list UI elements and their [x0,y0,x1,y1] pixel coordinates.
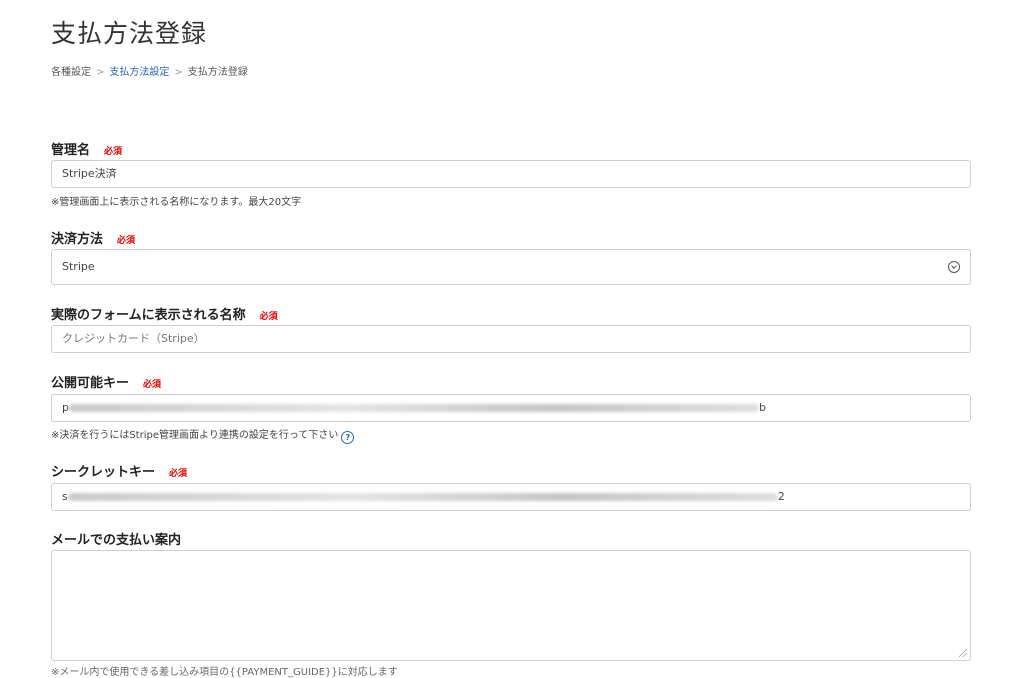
admin-name-label-text: 管理名 [51,143,91,158]
breadcrumb: 各種設定 > 支払方法設定 > 支払方法登録 [51,63,248,78]
question-icon[interactable]: ? [341,431,355,444]
admin-name-help: ※管理画面上に表示される名称になります。最大20文字 [51,197,302,208]
payment-method-select[interactable]: Stripe [51,249,971,285]
required-badge: 必須 [143,380,162,390]
admin-name-label: 管理名 必須 [51,139,122,158]
payment-method-selected: Stripe [62,260,95,273]
redacted-value [68,404,759,412]
page-title: 支払方法登録 [51,19,208,48]
breadcrumb-item-payment-settings[interactable]: 支払方法設定 [109,67,169,78]
public-key-help: ※決済を行うにはStripe管理画面より連携の設定を行って下さい? [51,426,355,444]
payment-method-label: 決済方法 必須 [51,228,135,247]
public-key-label-text: 公開可能キー [51,376,130,391]
display-name-label: 実際のフォームに表示される名称 必須 [51,304,278,323]
public-key-value-suffix: b [758,401,766,414]
breadcrumb-item-settings[interactable]: 各種設定 [51,67,91,78]
display-name-placeholder: クレジットカード（Stripe） [62,332,205,345]
required-badge: 必須 [117,236,136,246]
secret-key-value-prefix: s [62,490,68,503]
display-name-input[interactable]: クレジットカード（Stripe） [51,325,971,353]
required-badge: 必須 [259,312,278,322]
secret-key-label: シークレットキー 必須 [51,461,187,480]
breadcrumb-separator: > [96,67,105,78]
chevron-down-icon [948,261,960,273]
admin-name-input[interactable]: Stripe決済 [51,160,971,188]
secret-key-label-text: シークレットキー [51,465,156,480]
secret-key-input[interactable]: s2 [51,483,971,511]
admin-name-value: Stripe決済 [62,167,117,180]
secret-key-value-suffix: 2 [777,490,785,503]
mail-guide-label: メールでの支払い案内 [51,533,182,548]
public-key-value-prefix: p [62,401,69,414]
breadcrumb-item-current: 支払方法登録 [187,67,248,78]
breadcrumb-separator: > [174,67,183,78]
payment-method-label-text: 決済方法 [51,232,104,247]
public-key-label: 公開可能キー 必須 [51,372,161,391]
mail-guide-textarea[interactable] [51,550,971,661]
resize-handle-icon[interactable] [959,649,967,657]
redacted-value [67,493,778,501]
required-badge: 必須 [169,469,188,479]
public-key-input[interactable]: pb [51,394,971,422]
public-key-help-text: ※決済を行うにはStripe管理画面より連携の設定を行って下さい [51,430,339,441]
display-name-label-text: 実際のフォームに表示される名称 [51,308,246,323]
required-badge: 必須 [104,147,123,157]
